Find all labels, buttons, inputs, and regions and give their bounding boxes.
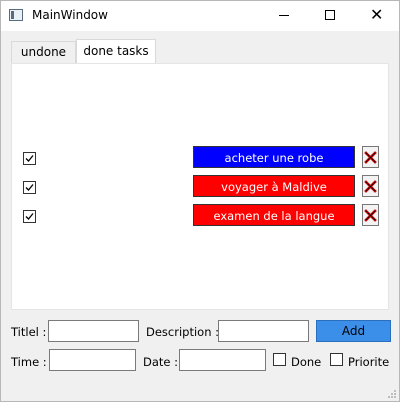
main-window: MainWindow ✕ undone done tasks acheter u…: [0, 0, 400, 402]
window-title: MainWindow: [32, 8, 108, 22]
priorite-checkbox[interactable]: [330, 353, 343, 366]
date-label: Date :: [143, 355, 179, 369]
task-button[interactable]: examen de la langue: [193, 204, 355, 226]
tab-undone[interactable]: undone: [11, 41, 76, 63]
time-input[interactable]: [49, 349, 136, 371]
task-checkbox[interactable]: [23, 210, 36, 223]
delete-task-button[interactable]: [362, 146, 379, 168]
task-button[interactable]: voyager à Maldive: [193, 175, 355, 197]
red-x-icon: [364, 180, 377, 193]
resize-grip-icon[interactable]: [387, 389, 397, 399]
red-x-icon: [364, 209, 377, 222]
time-label: Time :: [11, 355, 47, 369]
date-input[interactable]: [179, 349, 266, 371]
red-x-icon: [364, 151, 377, 164]
close-icon: ✕: [370, 5, 384, 24]
task-checkbox[interactable]: [23, 152, 36, 165]
maximize-icon: [325, 10, 335, 20]
close-button[interactable]: ✕: [353, 1, 399, 31]
tab-done-tasks[interactable]: done tasks: [76, 39, 156, 64]
done-label: Done: [291, 355, 322, 369]
delete-task-button[interactable]: [362, 204, 379, 226]
description-label: Description :: [146, 325, 220, 339]
minimize-button[interactable]: [261, 1, 307, 31]
task-button[interactable]: acheter une robe: [193, 146, 355, 168]
checkmark-icon: [25, 213, 34, 220]
checkmark-icon: [25, 184, 34, 191]
maximize-button[interactable]: [307, 1, 353, 31]
priorite-label: Priorite: [348, 355, 390, 369]
done-checkbox[interactable]: [273, 353, 286, 366]
description-input[interactable]: [218, 320, 309, 342]
done-tasks-panel: acheter une robe voyager à Maldive exame…: [11, 63, 389, 310]
title-input[interactable]: [48, 320, 139, 342]
delete-task-button[interactable]: [362, 175, 379, 197]
title-bar[interactable]: MainWindow ✕: [1, 1, 399, 31]
title-label: Titlel :: [11, 325, 47, 339]
add-button[interactable]: Add: [316, 320, 391, 342]
window-icon: [9, 9, 23, 21]
minimize-icon: [279, 15, 289, 16]
task-checkbox[interactable]: [23, 181, 36, 194]
checkmark-icon: [25, 155, 34, 162]
